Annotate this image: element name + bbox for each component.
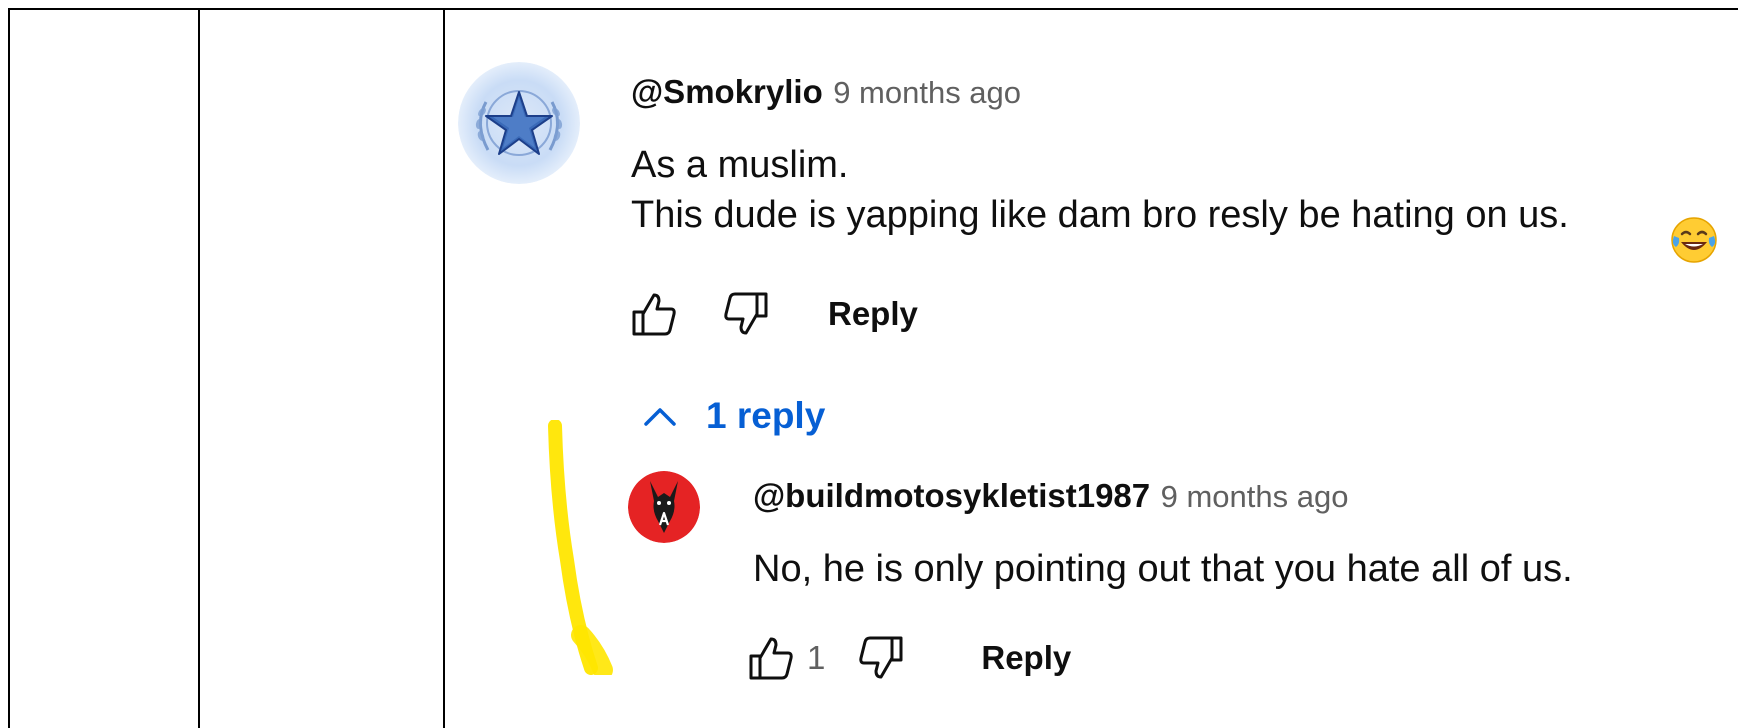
comment-action-bar: Reply <box>628 288 918 340</box>
table-frame <box>8 8 1738 728</box>
yellow-highlighter-stroke <box>548 420 613 675</box>
replies-count-label: 1 reply <box>706 395 826 436</box>
thumbs-up-icon <box>749 637 793 680</box>
comment-timestamp[interactable]: 9 months ago <box>833 75 1021 110</box>
reply-header: @buildmotosykletist1987 9 months ago <box>753 477 1348 515</box>
commenter-avatar[interactable] <box>458 62 580 184</box>
reply-button[interactable]: Reply <box>828 295 918 333</box>
pentagram-emblem-icon <box>458 62 580 184</box>
reply-button[interactable]: Reply <box>981 639 1071 677</box>
comment-text-line: This dude is yapping like dam bro resly … <box>631 194 1569 236</box>
dislike-button[interactable] <box>855 632 907 684</box>
chevron-up-icon <box>640 396 680 436</box>
face-with-tears-of-joy-emoji-icon <box>1671 217 1717 263</box>
like-count: 1 <box>807 639 826 676</box>
thumbs-down-icon <box>724 292 768 335</box>
replies-toggle-button[interactable]: 1 reply <box>640 395 825 437</box>
comment-text-line: As a muslim. <box>631 144 849 186</box>
thumbs-up-icon <box>632 293 676 336</box>
reply-author[interactable]: @buildmotosykletist1987 <box>753 477 1150 514</box>
like-button[interactable] <box>745 632 797 684</box>
reply-author-avatar[interactable] <box>628 471 700 543</box>
like-button[interactable] <box>628 288 680 340</box>
reply-timestamp[interactable]: 9 months ago <box>1161 479 1349 514</box>
comment-text: As a muslim. This dude is yapping like d… <box>631 140 1569 240</box>
red-demon-emblem-icon <box>628 471 700 543</box>
comment-author[interactable]: @Smokrylio <box>631 73 823 110</box>
table-column-divider <box>198 8 200 728</box>
table-column-divider <box>443 8 445 728</box>
comment-header: @Smokrylio 9 months ago <box>631 73 1021 111</box>
reply-text: No, he is only pointing out that you hat… <box>753 548 1573 590</box>
reply-action-bar: 1 Reply <box>745 632 1071 684</box>
thumbs-down-icon <box>859 636 903 679</box>
dislike-button[interactable] <box>720 288 772 340</box>
